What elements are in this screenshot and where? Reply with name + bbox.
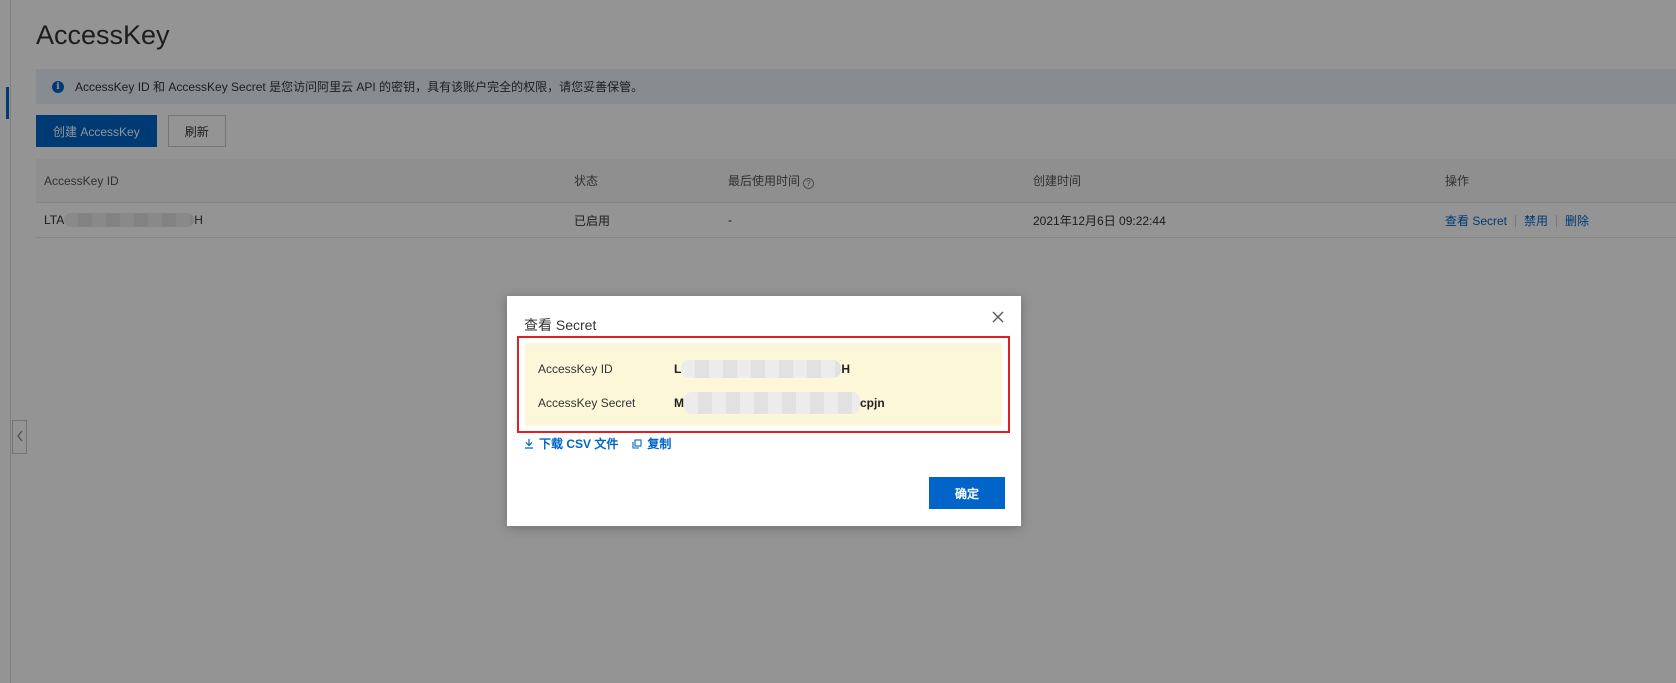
accesskey-id-row: AccessKey ID LH [538, 360, 850, 378]
dialog-secret-prefix: M [674, 396, 684, 410]
secret-panel: AccessKey ID LH AccessKey Secret Mcpjn [525, 343, 1002, 426]
copy-label: 复制 [647, 437, 672, 451]
accesskey-secret-row: AccessKey Secret Mcpjn [538, 392, 885, 414]
dialog-title: 查看 Secret [524, 317, 597, 333]
accesskey-id-value[interactable]: LH [674, 360, 850, 378]
view-secret-dialog: 查看 Secret AccessKey ID LH AccessKey Secr… [507, 296, 1021, 526]
download-icon [524, 438, 534, 449]
confirm-button[interactable]: 确定 [929, 477, 1005, 509]
secret-highlight-box: AccessKey ID LH AccessKey Secret Mcpjn [517, 336, 1010, 433]
dialog-id-prefix: L [674, 362, 682, 376]
redacted-mask [684, 392, 860, 414]
dialog-secret-suffix: cpjn [860, 396, 885, 410]
accesskey-id-label: AccessKey ID [538, 362, 613, 376]
close-icon[interactable] [991, 310, 1005, 324]
redacted-mask [681, 360, 842, 378]
accesskey-secret-value[interactable]: Mcpjn [674, 392, 885, 414]
copy-link[interactable]: 复制 [632, 435, 671, 452]
dialog-links: 下载 CSV 文件 复制 [524, 435, 671, 452]
copy-icon [632, 438, 642, 449]
dialog-id-suffix: H [841, 362, 851, 376]
accesskey-secret-label: AccessKey Secret [538, 396, 636, 410]
download-csv-link[interactable]: 下载 CSV 文件 [524, 435, 618, 452]
download-csv-label: 下载 CSV 文件 [539, 437, 619, 451]
